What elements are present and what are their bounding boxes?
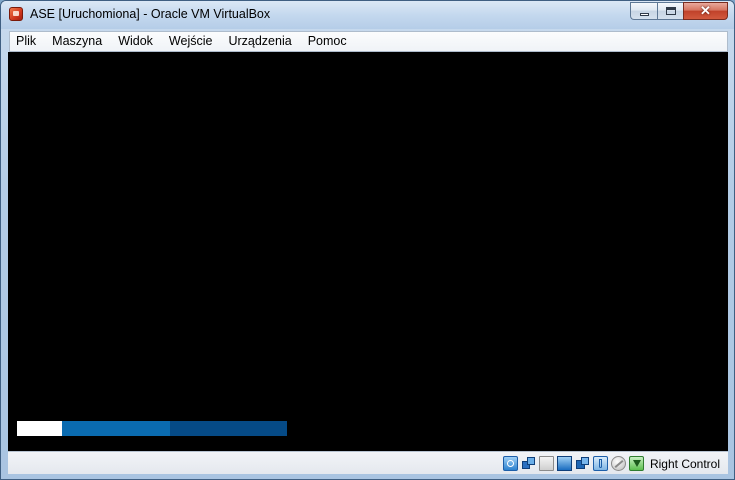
- menu-item-pomoc[interactable]: Pomoc: [300, 32, 355, 51]
- menu-item-urzadzenia[interactable]: Urządzenia: [220, 32, 299, 51]
- caption-buttons: ✕: [630, 2, 728, 21]
- minimize-icon: [640, 13, 649, 16]
- maximize-icon: [666, 7, 676, 15]
- host-key-label: Right Control: [649, 456, 720, 471]
- close-button[interactable]: ✕: [683, 2, 728, 20]
- virtualbox-window: ASE [Uruchomiona] - Oracle VM VirtualBox…: [0, 0, 735, 480]
- progress-segment-1: [17, 421, 62, 436]
- menu-item-widok[interactable]: Widok: [110, 32, 161, 51]
- window-title: ASE [Uruchomiona] - Oracle VM VirtualBox: [30, 7, 271, 21]
- mouse-integration-icon[interactable]: [610, 456, 626, 471]
- hard-disk-icon[interactable]: [502, 456, 518, 471]
- vm-display[interactable]: [8, 52, 728, 451]
- usb-icon[interactable]: [592, 456, 608, 471]
- host-key-arrow-icon[interactable]: [628, 456, 644, 471]
- minimize-button[interactable]: [630, 2, 657, 20]
- menu-item-wejscie[interactable]: Wejście: [161, 32, 221, 51]
- menu-item-plik[interactable]: Plik: [10, 32, 44, 51]
- status-indicators: Right Control: [502, 455, 720, 472]
- boot-progress-bar: [17, 421, 287, 436]
- title-bar[interactable]: ASE [Uruchomiona] - Oracle VM VirtualBox…: [1, 1, 734, 29]
- status-bar: Right Control: [8, 451, 728, 474]
- menu-item-maszyna[interactable]: Maszyna: [44, 32, 110, 51]
- shared-folder-icon[interactable]: [538, 456, 554, 471]
- network-icon[interactable]: [521, 456, 536, 471]
- close-icon: ✕: [700, 3, 711, 18]
- progress-segment-3: [170, 421, 287, 436]
- virtualbox-app-icon[interactable]: [9, 7, 23, 21]
- progress-segment-2: [62, 421, 170, 436]
- menu-bar: Plik Maszyna Widok Wejście Urządzenia Po…: [9, 31, 728, 52]
- maximize-button[interactable]: [657, 2, 683, 20]
- video-capture-icon[interactable]: [575, 456, 590, 471]
- display-icon[interactable]: [556, 456, 572, 471]
